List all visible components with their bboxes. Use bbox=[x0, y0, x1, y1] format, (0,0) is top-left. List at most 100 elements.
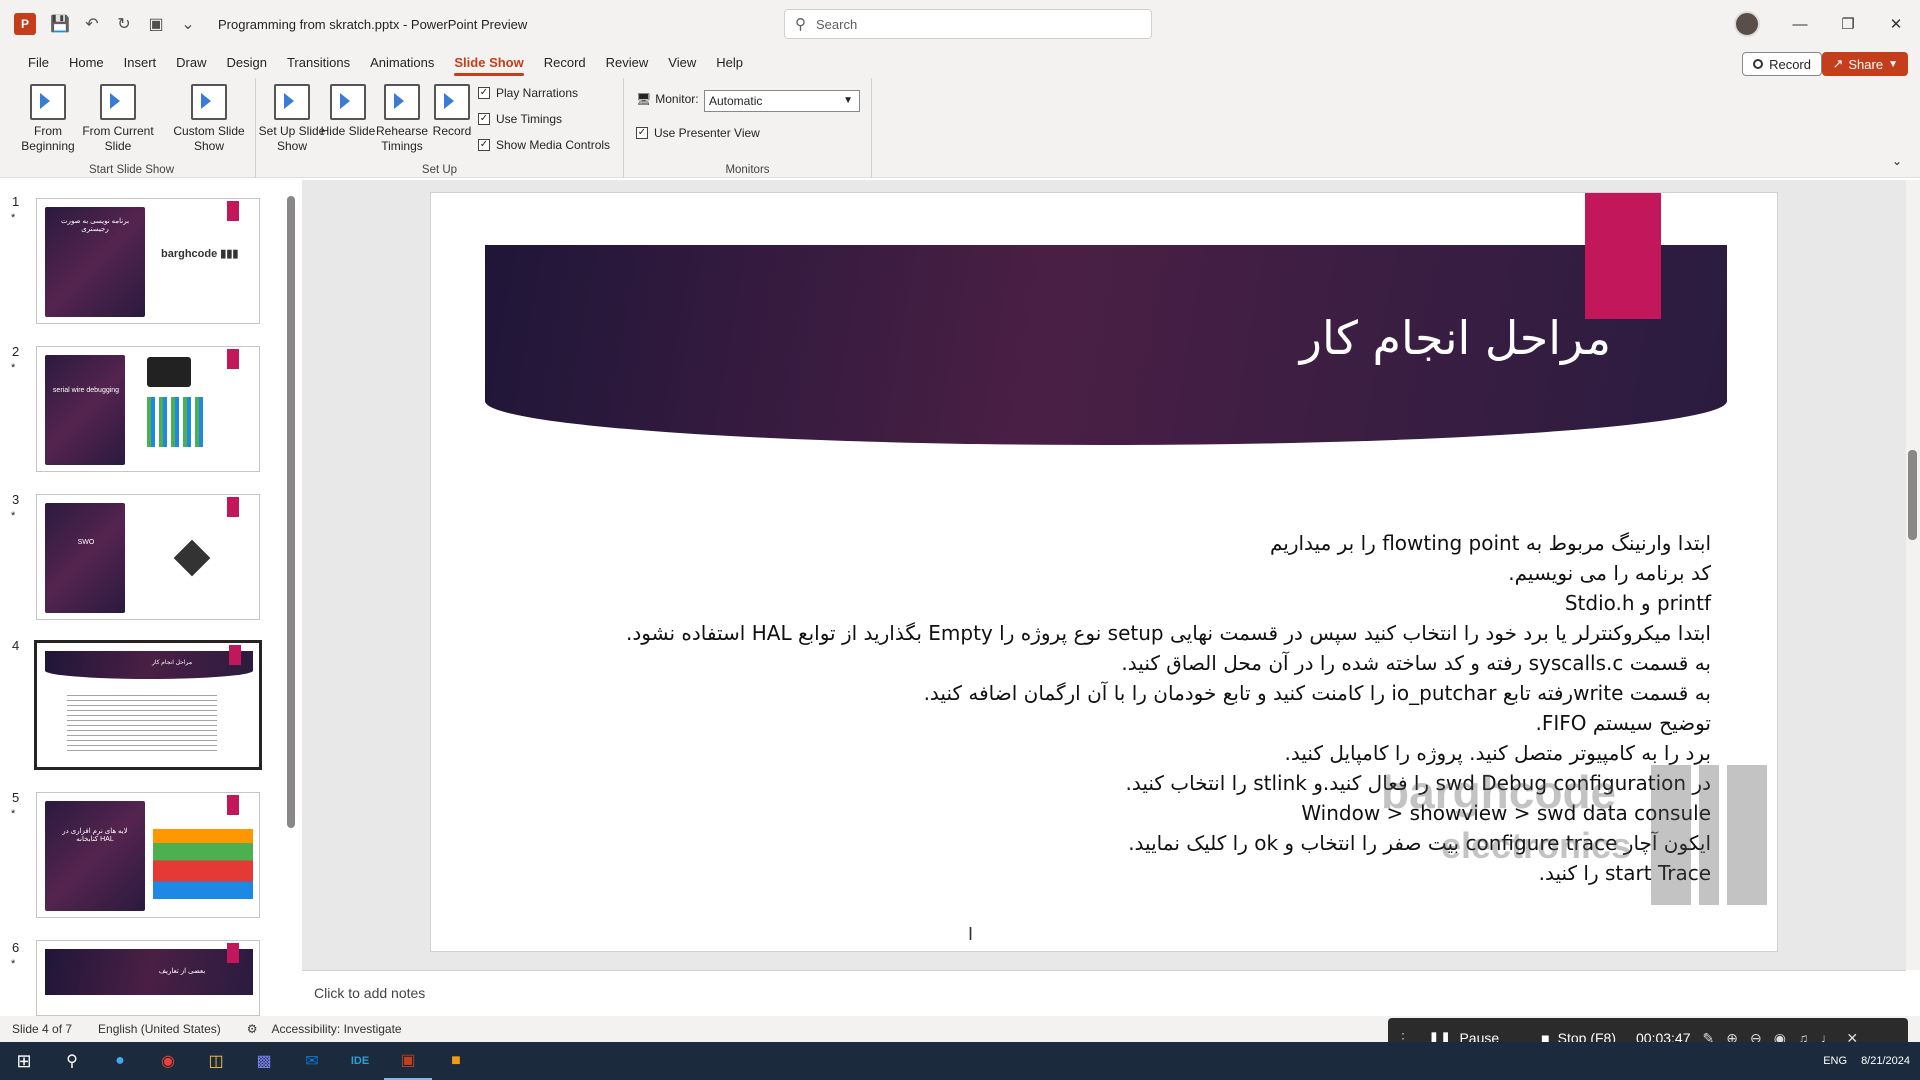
slide-scrollbar[interactable] bbox=[1906, 180, 1920, 970]
slide-thumbnail-4[interactable]: مراحل انجام کار bbox=[34, 640, 262, 770]
tab-view[interactable]: View bbox=[658, 48, 706, 78]
thumbnails-scrollbar[interactable] bbox=[286, 180, 296, 1016]
set-up-slide-show-button[interactable]: Set Up Slide Show bbox=[256, 84, 328, 154]
customize-chevron-icon[interactable]: ⌄ bbox=[172, 14, 204, 34]
notes-placeholder: Click to add notes bbox=[314, 985, 426, 1001]
body-line: به قسمت syscalls.c رفته و کد ساخته شده ر… bbox=[1121, 651, 1711, 675]
current-slide[interactable]: مراحل انجام کار ابتدا وارنینگ مربوط به f… bbox=[430, 192, 1778, 952]
monitor-value: Automatic bbox=[709, 94, 763, 108]
file-explorer-icon[interactable]: ◫ bbox=[192, 1042, 240, 1080]
chrome-icon[interactable]: ◉ bbox=[144, 1042, 192, 1080]
ide-icon[interactable]: IDE bbox=[336, 1042, 384, 1080]
tab-home[interactable]: Home bbox=[59, 48, 114, 78]
share-button[interactable]: ↗ Share ▼ bbox=[1822, 52, 1908, 76]
thumbnail-title: لایه های نرم افزاری در کتابخانه HAL bbox=[62, 828, 128, 843]
redo-icon[interactable]: ↻ bbox=[108, 14, 140, 34]
scrollbar-thumb[interactable] bbox=[287, 196, 295, 828]
save-icon[interactable]: 💾 bbox=[44, 14, 76, 34]
tab-file[interactable]: File bbox=[18, 48, 59, 78]
thumbnail-text-lines bbox=[67, 695, 217, 755]
group-label-monitors: Monitors bbox=[725, 164, 770, 176]
from-beginning-label: From Beginning bbox=[21, 124, 75, 153]
custom-slide-show-button[interactable]: Custom Slide Show bbox=[166, 84, 252, 154]
animation-star-icon: * bbox=[11, 212, 16, 224]
tab-design[interactable]: Design bbox=[217, 48, 277, 78]
accessibility-status[interactable]: Accessibility: Investigate bbox=[272, 1022, 402, 1036]
record-button[interactable]: Record bbox=[1742, 52, 1822, 76]
from-current-slide-button[interactable]: From Current Slide bbox=[82, 84, 154, 154]
from-beginning-button[interactable]: From Beginning bbox=[12, 84, 84, 154]
thumbnail-number: 2 bbox=[12, 344, 20, 359]
tab-review[interactable]: Review bbox=[596, 48, 659, 78]
slide-thumbnail-3[interactable]: SWO bbox=[36, 494, 260, 620]
animation-star-icon: * bbox=[11, 958, 16, 970]
barghcode-watermark: barghcode electronics bbox=[1381, 765, 1771, 905]
monitor-select[interactable]: Automatic ▼ bbox=[704, 90, 860, 112]
hide-slide-button[interactable]: Hide Slide bbox=[320, 84, 376, 139]
teams-icon[interactable]: ▩ bbox=[240, 1042, 288, 1080]
hal-layers-diagram bbox=[153, 829, 253, 899]
slide-thumbnail-2[interactable]: serial wire debugging bbox=[36, 346, 260, 472]
tab-help[interactable]: Help bbox=[706, 48, 753, 78]
group-start-slide-show: From Beginning From Current Slide Custom… bbox=[8, 78, 256, 178]
thumbnail-accent bbox=[227, 943, 239, 963]
slide-title[interactable]: مراحل انجام کار bbox=[1211, 311, 1611, 365]
restore-icon[interactable]: ❐ bbox=[1824, 15, 1872, 33]
play-narrations-checkbox[interactable]: ✓ Play Narrations bbox=[478, 86, 578, 100]
present-icon[interactable]: ▣ bbox=[140, 14, 172, 34]
show-media-controls-checkbox[interactable]: ✓ Show Media Controls bbox=[478, 138, 610, 152]
minimize-icon[interactable]: — bbox=[1776, 16, 1824, 33]
scrollbar-thumb[interactable] bbox=[1908, 450, 1917, 540]
input-language[interactable]: ENG bbox=[1823, 1055, 1847, 1067]
body-line: به قسمت writeرفته تابع io_putchar را کام… bbox=[923, 681, 1711, 705]
setup-show-label: Set Up Slide Show bbox=[258, 124, 326, 153]
avatar[interactable] bbox=[1734, 11, 1760, 37]
body-line: ابتدا میکروکنترلر یا برد خود را انتخاب ک… bbox=[626, 621, 1711, 645]
play-from-current-icon bbox=[100, 84, 136, 120]
setup-show-icon bbox=[274, 84, 310, 120]
slide-counter[interactable]: Slide 4 of 7 bbox=[12, 1022, 72, 1036]
checkbox-checked-icon: ✓ bbox=[478, 87, 490, 99]
record-slide-button[interactable]: Record bbox=[426, 84, 478, 139]
record-slide-label: Record bbox=[432, 124, 472, 138]
tab-insert[interactable]: Insert bbox=[114, 48, 167, 78]
tab-draw[interactable]: Draw bbox=[166, 48, 216, 78]
rehearse-timings-button[interactable]: Rehearse Timings bbox=[370, 84, 434, 154]
app-icon[interactable]: ■ bbox=[432, 1042, 480, 1080]
search-icon[interactable]: ⚲ bbox=[48, 1042, 96, 1080]
undo-icon[interactable]: ↶ bbox=[76, 14, 108, 34]
notes-pane[interactable]: Click to add notes bbox=[302, 970, 1906, 1016]
slide-thumbnail-6[interactable]: بعضی از تعاریف bbox=[36, 940, 260, 1016]
search-placeholder: Search bbox=[816, 16, 858, 32]
group-label-start: Start Slide Show bbox=[88, 164, 174, 176]
language-indicator[interactable]: English (United States) bbox=[98, 1022, 221, 1036]
tab-slide-show[interactable]: Slide Show bbox=[444, 48, 533, 78]
tab-transitions[interactable]: Transitions bbox=[277, 48, 360, 78]
slide-thumbnail-1[interactable]: برنامه نویسی به صورت رجیستری barghcode ▮… bbox=[36, 198, 260, 324]
close-icon[interactable]: ✕ bbox=[1872, 15, 1920, 33]
presenter-view-checkbox[interactable]: ✓ Use Presenter View bbox=[636, 126, 760, 140]
powerpoint-taskbar-icon[interactable]: ▣ bbox=[384, 1042, 432, 1080]
menu-tabs: File Home Insert Draw Design Transitions… bbox=[0, 48, 1920, 78]
collapse-ribbon-icon[interactable]: ⌄ bbox=[1892, 154, 1902, 168]
rehearse-label: Rehearse Timings bbox=[375, 124, 429, 153]
monitor-label: Monitor: bbox=[655, 92, 699, 106]
thumbnail-accent bbox=[227, 201, 239, 221]
clock-date[interactable]: 8/21/2024 bbox=[1861, 1055, 1910, 1067]
body-line: برد را به کامپیوتر متصل کنید. پروژه را ک… bbox=[1284, 741, 1711, 765]
watermark-subtext: electronics bbox=[1441, 825, 1632, 866]
start-icon[interactable]: ⊞ bbox=[0, 1042, 48, 1080]
edge-icon[interactable]: ● bbox=[96, 1042, 144, 1080]
search-input[interactable]: ⚲ Search bbox=[784, 9, 1152, 39]
record-slide-icon bbox=[434, 84, 470, 120]
slide-thumbnail-5[interactable]: لایه های نرم افزاری در کتابخانه HAL bbox=[36, 792, 260, 918]
window-controls: — ❐ ✕ bbox=[1776, 0, 1920, 48]
tab-record[interactable]: Record bbox=[534, 48, 596, 78]
quick-access-toolbar: 💾 ↶ ↻ ▣ ⌄ bbox=[44, 14, 204, 34]
use-timings-checkbox[interactable]: ✓ Use Timings bbox=[478, 112, 562, 126]
tab-animations[interactable]: Animations bbox=[360, 48, 444, 78]
custom-show-label: Custom Slide Show bbox=[173, 124, 245, 153]
outlook-icon[interactable]: ✉ bbox=[288, 1042, 336, 1080]
body-line: کد برنامه را می نویسیم. bbox=[1508, 561, 1711, 585]
watermark-text: barghcode bbox=[1381, 766, 1617, 818]
